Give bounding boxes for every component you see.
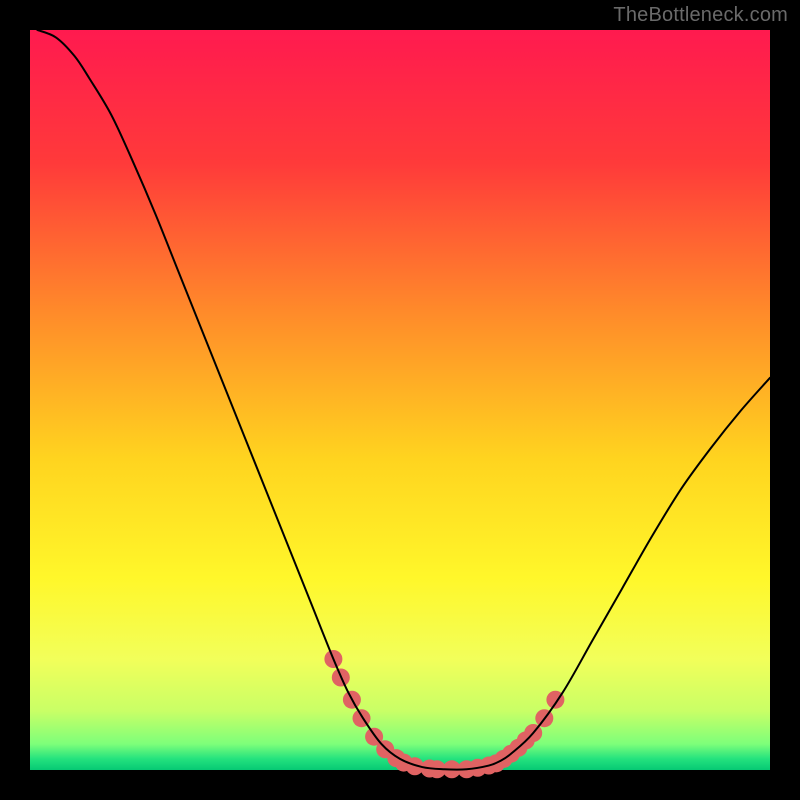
bottleneck-chart (0, 0, 800, 800)
watermark-text: TheBottleneck.com (613, 4, 788, 27)
plot-background (30, 30, 770, 770)
chart-stage: TheBottleneck.com (0, 0, 800, 800)
